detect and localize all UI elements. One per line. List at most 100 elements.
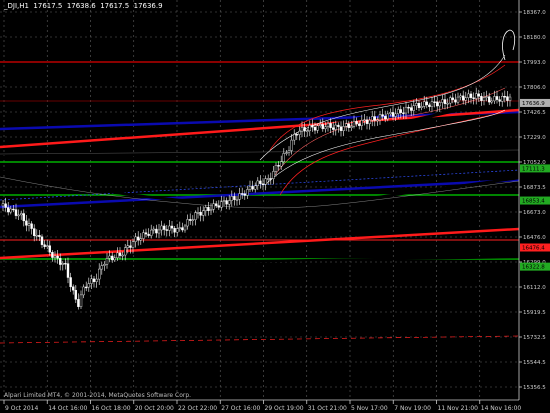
- candle-body: [324, 126, 327, 130]
- candle-body: [6, 207, 10, 213]
- candle-body: [199, 212, 202, 216]
- candle-body: [139, 238, 143, 241]
- trend-lines: [0, 108, 520, 267]
- candle-body: [415, 103, 418, 106]
- candle-body: [308, 125, 311, 132]
- candle-body: [43, 244, 46, 247]
- candle-body: [20, 213, 23, 216]
- candle-body: [368, 119, 371, 124]
- candle-body: [162, 225, 166, 230]
- candle-body: [204, 207, 208, 211]
- candle-body: [201, 210, 205, 216]
- price-label-text: 16476.4: [522, 246, 545, 252]
- candle-body: [269, 178, 272, 180]
- candle-body: [4, 203, 7, 208]
- candle-body: [97, 268, 101, 280]
- candle-body: [230, 196, 234, 201]
- candle-body: [469, 93, 473, 98]
- candle-body: [490, 100, 493, 103]
- level-line-red-dashed: [0, 335, 520, 344]
- candle-body: [142, 232, 145, 239]
- candle-body: [149, 229, 153, 236]
- candle-body: [168, 225, 171, 231]
- candle-body: [51, 252, 54, 258]
- trendline-red-lower: [0, 227, 520, 260]
- candle-body: [459, 95, 462, 98]
- candle-body: [495, 96, 499, 100]
- arrow-sketch: [502, 29, 516, 61]
- candle-body: [22, 213, 25, 222]
- candle-body: [240, 193, 244, 195]
- candle-body: [441, 99, 444, 103]
- candle-body: [399, 109, 402, 113]
- candle-body: [256, 180, 259, 187]
- candle-body: [503, 96, 506, 98]
- price-tick-label: 16873.5: [523, 185, 546, 191]
- price-tick-label: 18180.0: [523, 35, 546, 41]
- time-tick-label: 22 Oct 22:00: [178, 405, 217, 412]
- candle-body: [214, 203, 218, 206]
- candle-body: [352, 121, 356, 127]
- candle-body: [33, 228, 36, 236]
- candle-body: [436, 101, 439, 107]
- candle-body: [488, 96, 491, 103]
- time-tick-label: 31 Oct 21:00: [308, 405, 347, 412]
- candle-body: [342, 126, 345, 131]
- candle-body: [105, 258, 109, 265]
- candle-body: [100, 265, 104, 270]
- candle-body: [121, 254, 124, 257]
- candle-body: [462, 95, 465, 101]
- candle-body: [165, 229, 169, 231]
- candle-body: [285, 152, 288, 154]
- candle-body: [456, 96, 460, 103]
- candle-body: [467, 93, 470, 98]
- candle-body: [443, 99, 447, 104]
- candle-body: [339, 126, 343, 131]
- time-tick-label: 20 Oct 20:00: [135, 405, 174, 412]
- candle-body: [290, 139, 293, 151]
- candle-body: [446, 102, 449, 105]
- candle-body: [326, 123, 330, 128]
- candle-body: [84, 286, 88, 289]
- candle-body: [144, 232, 148, 235]
- candle-body: [319, 124, 322, 126]
- time-tick-label: 11 Nov 21:00: [438, 405, 479, 412]
- candle-body: [123, 247, 127, 256]
- time-tick-label: 9 Oct 2014: [5, 405, 38, 412]
- candle-body: [27, 223, 31, 226]
- price-tick-label: 17993.0: [523, 60, 546, 66]
- time-tick-label: 7 Nov 19:00: [394, 405, 431, 412]
- price-tick-label: 17229.0: [523, 135, 546, 141]
- candle-body: [53, 255, 57, 258]
- candle-body: [48, 245, 51, 253]
- candle-body: [225, 200, 228, 205]
- candle-body: [464, 97, 467, 101]
- candle-body: [272, 171, 275, 179]
- price-label-text: 17111.3: [522, 166, 545, 172]
- candle-body: [412, 105, 415, 111]
- candle-body: [194, 212, 197, 220]
- candle-body: [220, 201, 223, 208]
- price-chart[interactable]: 18367.0 18180.0 17993.0 17806.0 17426.5 17229…: [0, 0, 550, 413]
- price-tick-label: 15732.5: [523, 335, 546, 341]
- price-tick-label: 16112.0: [523, 285, 546, 291]
- candle-body: [181, 227, 184, 231]
- candle-body: [71, 286, 75, 291]
- candle-body: [451, 97, 454, 100]
- candle-body: [295, 134, 298, 136]
- candle-body: [378, 114, 382, 121]
- candle-body: [25, 220, 28, 226]
- candle-body: [253, 185, 257, 190]
- candle-body: [56, 255, 59, 259]
- candle-body: [74, 289, 78, 300]
- candle-body: [363, 119, 366, 122]
- candle-body: [38, 234, 41, 237]
- time-tick-label: 14 Nov 16:00: [481, 405, 522, 412]
- candle-body: [454, 99, 457, 103]
- candle-body: [248, 186, 252, 190]
- candle-body: [493, 96, 496, 102]
- price-tick-label: 15544.5: [523, 360, 546, 366]
- candle-body: [64, 263, 67, 265]
- price-tick-label: 16476.0: [523, 235, 546, 241]
- candle-body: [14, 209, 18, 216]
